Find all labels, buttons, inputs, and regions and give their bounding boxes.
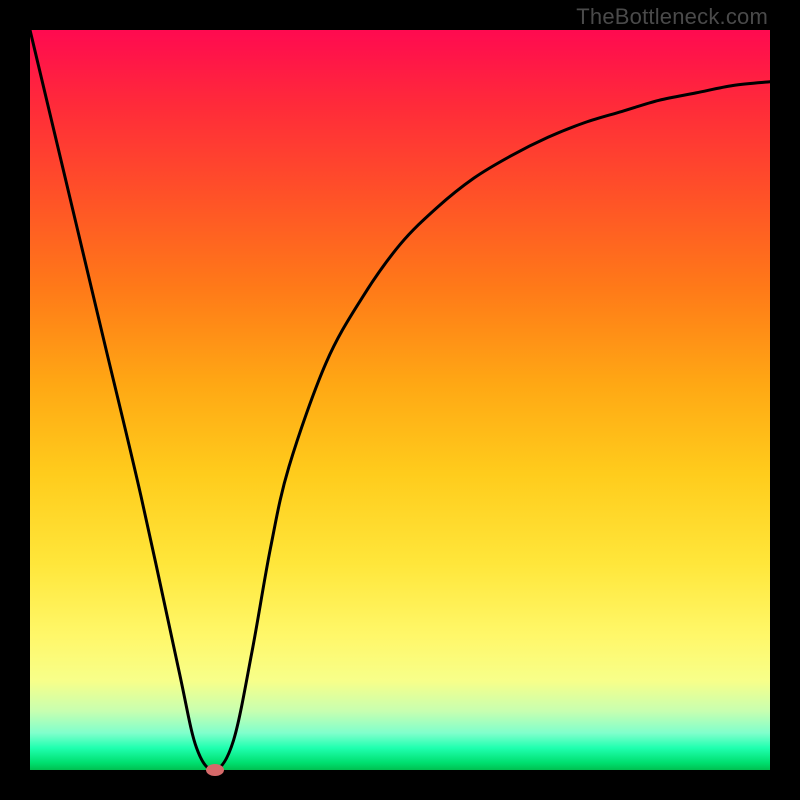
plot-area: [30, 30, 770, 770]
brand-watermark: TheBottleneck.com: [576, 4, 768, 30]
curve-min-marker: [206, 764, 224, 776]
chart-frame: TheBottleneck.com: [0, 0, 800, 800]
chart-overlay: [30, 30, 770, 770]
bottleneck-curve: [30, 30, 770, 770]
